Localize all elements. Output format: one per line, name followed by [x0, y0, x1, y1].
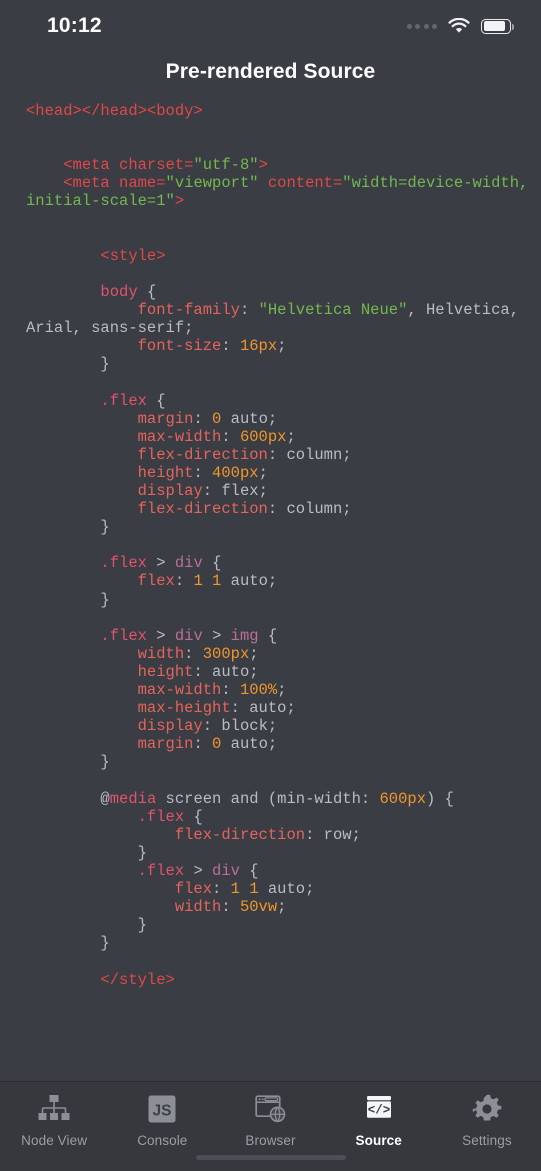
tab-console-label: Console — [137, 1133, 188, 1148]
status-bar-indicators — [406, 17, 514, 34]
tab-settings[interactable]: Settings — [433, 1091, 541, 1148]
tab-source-label: Source — [355, 1133, 402, 1148]
status-bar: 10:12 — [0, 0, 541, 52]
source-code-view[interactable]: <head></head><body> <meta charset="utf-8… — [0, 92, 541, 1081]
code-brackets-icon: </> — [363, 1091, 395, 1127]
source-code-text: <head></head><body> <meta charset="utf-8… — [26, 102, 538, 989]
gear-icon — [471, 1091, 503, 1127]
svg-text:JS: JS — [153, 1103, 172, 1120]
tab-node-view[interactable]: Node View — [0, 1091, 108, 1148]
home-indicator — [0, 1155, 541, 1160]
tab-node-view-label: Node View — [21, 1133, 88, 1148]
tab-console[interactable]: JS Console — [108, 1091, 216, 1148]
tab-browser-label: Browser — [245, 1133, 296, 1148]
js-square-icon: JS — [147, 1091, 177, 1127]
svg-text:</>: </> — [367, 1104, 390, 1118]
node-tree-icon — [37, 1091, 71, 1127]
tab-settings-label: Settings — [462, 1133, 512, 1148]
signal-dots-icon — [406, 23, 437, 29]
wifi-icon — [448, 17, 470, 34]
tab-source[interactable]: </> Source — [325, 1091, 433, 1148]
browser-globe-icon — [254, 1091, 287, 1127]
app-root: 10:12 Pre-rendered Source <head></head><… — [0, 0, 541, 1171]
battery-icon — [481, 18, 514, 34]
page-title: Pre-rendered Source — [165, 60, 376, 83]
status-bar-clock: 10:12 — [47, 14, 102, 37]
tab-browser[interactable]: Browser — [216, 1091, 324, 1148]
